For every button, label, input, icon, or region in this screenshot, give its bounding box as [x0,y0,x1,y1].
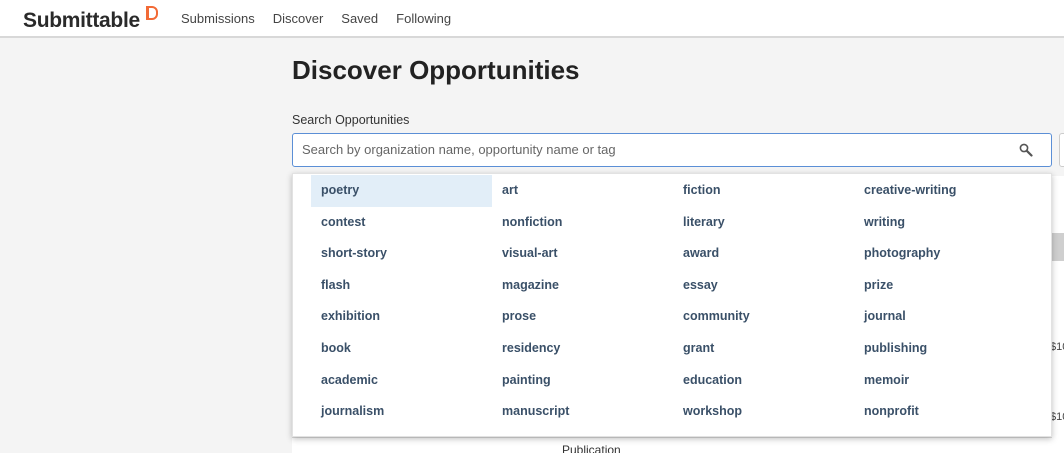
tag-option-prize[interactable]: prize [854,270,1035,302]
tag-option-grant[interactable]: grant [673,333,854,365]
nav-submissions[interactable]: Submissions [181,11,255,26]
tag-option-short-story[interactable]: short-story [311,238,492,270]
background-price: $10 [1050,341,1064,353]
tag-option-poetry[interactable]: poetry [311,175,492,207]
nav-discover[interactable]: Discover [273,11,324,26]
tag-option-exhibition[interactable]: exhibition [311,301,492,333]
tag-option-photography[interactable]: photography [854,238,1035,270]
tag-option-journal[interactable]: journal [854,301,1035,333]
tag-option-essay[interactable]: essay [673,270,854,302]
tag-option-literary[interactable]: literary [673,207,854,239]
filter-select-edge[interactable] [1059,133,1064,167]
tag-option-magazine[interactable]: magazine [492,270,673,302]
tag-option-publishing[interactable]: publishing [854,333,1035,365]
tag-option-nonprofit[interactable]: nonprofit [854,396,1035,428]
tag-option-creative-writing[interactable]: creative-writing [854,175,1035,207]
tag-suggestions-dropdown: poetry art fiction creative-writing contest n… [292,173,1052,437]
tag-option-writing[interactable]: writing [854,207,1035,239]
tag-option-art[interactable]: art [492,175,673,207]
tag-option-residency[interactable]: residency [492,333,673,365]
logo-mark-icon [146,6,158,20]
tag-option-flash[interactable]: flash [311,270,492,302]
tag-option-prose[interactable]: prose [492,301,673,333]
tag-option-fiction[interactable]: fiction [673,175,854,207]
tag-option-community[interactable]: community [673,301,854,333]
submittable-logo[interactable]: Submittable [23,9,140,33]
tag-option-journalism[interactable]: journalism [311,396,492,428]
nav-following[interactable]: Following [396,11,451,26]
main-nav: Submissions Discover Saved Following [181,11,451,26]
tag-option-book[interactable]: book [311,333,492,365]
background-card-label: Publication [562,443,621,453]
tag-option-painting[interactable]: painting [492,365,673,397]
background-tab [1052,233,1064,261]
search-icon[interactable] [1019,143,1033,157]
search-box[interactable] [292,133,1052,167]
page-title: Discover Opportunities [292,55,580,85]
tag-option-contest[interactable]: contest [311,207,492,239]
background-price: $10 [1050,411,1064,423]
tag-option-education[interactable]: education [673,365,854,397]
top-navigation-bar: Submittable Submissions Discover Saved F… [0,0,1064,38]
tag-grid: poetry art fiction creative-writing contest n… [311,175,1035,428]
search-input[interactable] [302,134,1002,165]
tag-option-visual-art[interactable]: visual-art [492,238,673,270]
tag-option-memoir[interactable]: memoir [854,365,1035,397]
tag-option-nonfiction[interactable]: nonfiction [492,207,673,239]
search-label: Search Opportunities [292,113,410,127]
nav-saved[interactable]: Saved [341,11,378,26]
tag-option-award[interactable]: award [673,238,854,270]
tag-option-workshop[interactable]: workshop [673,396,854,428]
tag-option-manuscript[interactable]: manuscript [492,396,673,428]
tag-option-academic[interactable]: academic [311,365,492,397]
background-opportunity-card [292,437,1052,453]
